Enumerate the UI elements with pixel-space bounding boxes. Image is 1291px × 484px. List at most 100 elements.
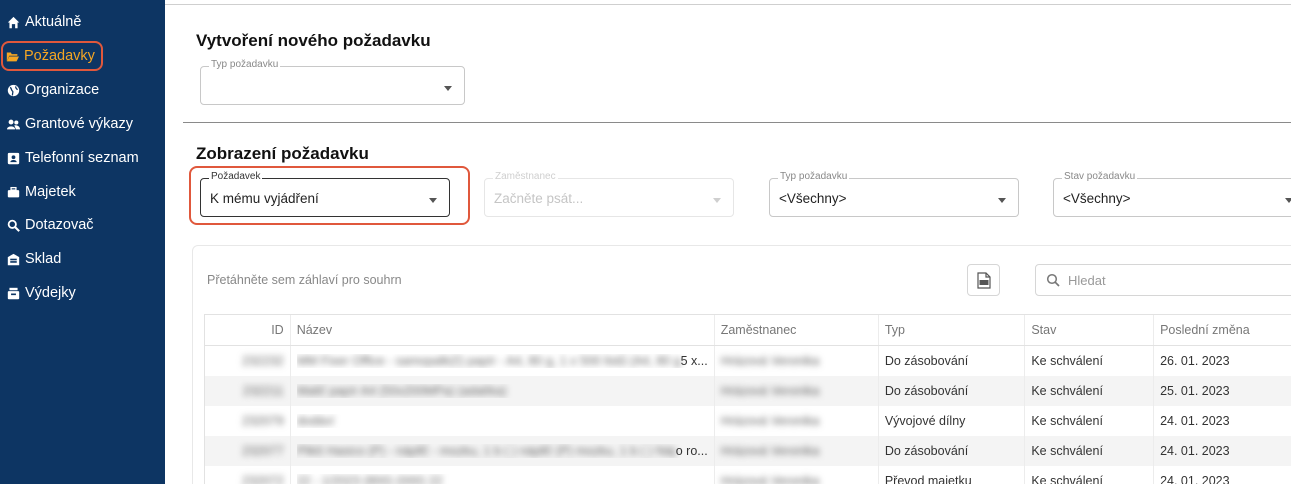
table-row[interactable]: 232211 Malič papír A4 (50x200MPa) (adalí… — [204, 375, 1291, 406]
column-header-state[interactable]: Stav — [1024, 314, 1154, 346]
briefcase-icon — [7, 186, 20, 197]
warehouse-icon — [7, 253, 20, 265]
create-request-type-select[interactable]: Typ požadavku — [200, 59, 465, 105]
cell-employee: Hrázová Veronika — [720, 353, 820, 368]
cell-name: dodáví — [296, 413, 335, 428]
cell-name: MM Fixer Office - samopalk(č) papír - A4… — [296, 353, 681, 368]
table-header-row: ID Název Zaměstnanec Typ Stav Poslední z… — [204, 314, 1291, 346]
chevron-down-icon — [713, 198, 721, 203]
field-label: Stav požadavku — [1062, 171, 1138, 182]
globe-icon — [7, 84, 20, 96]
column-header-type[interactable]: Typ — [877, 314, 1025, 346]
table-row[interactable]: 232232 MM Fixer Office - samopalk(č) pap… — [204, 345, 1291, 376]
cell-last-change: 24. 01. 2023 — [1153, 435, 1291, 466]
search-icon — [1046, 273, 1060, 287]
request-filter-select[interactable]: Požadavek K mému vyjádření — [200, 171, 450, 217]
cell-name-tail: 5 x... — [680, 353, 708, 368]
sidebar-item-organizace[interactable]: Organizace — [3, 76, 99, 104]
cell-employee: Hrázová Veronika — [720, 473, 820, 484]
sidebar-item-label: Aktuálně — [25, 14, 82, 30]
create-section-title: Vytvoření nového požadavku — [196, 31, 431, 50]
cell-last-change: 25. 01. 2023 — [1153, 375, 1291, 406]
users-icon — [7, 119, 20, 129]
cell-id: 232232 — [241, 353, 284, 368]
column-header-name[interactable]: Název — [289, 314, 715, 346]
cell-last-change: 24. 01. 2023 — [1153, 405, 1291, 436]
cell-state: Ke schválení — [1024, 465, 1154, 484]
cell-id: 232211 — [242, 383, 284, 398]
chevron-down-icon — [998, 198, 1006, 203]
sidebar-item-vydejky[interactable]: Výdejky — [3, 279, 76, 307]
xlsx-export-icon — [976, 271, 991, 289]
sidebar-item-label: Telefonní seznam — [25, 150, 139, 166]
address-card-icon — [7, 152, 20, 164]
cell-id: 232079 — [241, 413, 284, 428]
cell-last-change: 26. 01. 2023 — [1153, 345, 1291, 376]
search-placeholder: Hledat — [1068, 273, 1106, 288]
search-icon — [7, 219, 20, 232]
sidebar-item-label: Sklad — [25, 251, 62, 267]
field-value: <Všechny> — [779, 191, 847, 206]
group-panel-hint[interactable]: Přetáhněte sem záhlaví pro souhrn — [207, 273, 402, 287]
field-value: K mému vyjádření — [210, 191, 319, 206]
sidebar-item-majetek[interactable]: Majetek — [3, 178, 76, 206]
cell-name-tail: o ro... — [675, 443, 708, 458]
sidebar-item-aktualne[interactable]: Aktuálně — [3, 8, 81, 36]
cell-employee: Hrázová Veronika — [720, 443, 820, 458]
sidebar-item-label: Grantové výkazy — [25, 116, 133, 132]
cell-type: Do zásobování — [877, 435, 1025, 466]
field-label: Zaměstnanec — [493, 171, 558, 182]
cell-type: Do zásobování — [877, 345, 1025, 376]
cell-name: Plikš Hasico (P) - nápllč - mozku, 1 b (… — [296, 443, 676, 458]
top-border — [165, 4, 1291, 5]
cell-id: 232077 — [241, 443, 284, 458]
cell-state: Ke schválení — [1024, 405, 1154, 436]
folder-open-icon — [6, 51, 19, 61]
cell-state: Ke schválení — [1024, 375, 1154, 406]
sidebar-item-grantove-vykazy[interactable]: Grantové výkazy — [3, 110, 133, 138]
cell-type: Vývojové dílny — [877, 405, 1025, 436]
state-filter-select[interactable]: Stav požadavku <Všechny> — [1053, 171, 1291, 217]
field-placeholder: Začněte psát... — [494, 191, 584, 206]
table-row[interactable]: 232077 Plikš Hasico (P) - nápllč - mozku… — [204, 435, 1291, 466]
field-label: Typ požadavku — [778, 171, 850, 182]
grid-search-input[interactable]: Hledat — [1035, 264, 1291, 296]
sidebar-item-label: Dotazovač — [25, 217, 94, 233]
cell-name: 22 - 1/2023 (800) (000) 22 — [296, 473, 443, 484]
column-header-last-change[interactable]: Poslední změna — [1153, 314, 1291, 346]
cell-state: Ke schválení — [1024, 435, 1154, 466]
cell-name: Malič papír A4 (50x200MPa) (adalíka) — [296, 383, 507, 398]
sidebar-item-label: Výdejky — [25, 285, 76, 301]
table-row[interactable]: 232079 dodáví Hrázová Veronika Vývojové … — [204, 405, 1291, 436]
cell-employee: Hrázová Veronika — [720, 413, 820, 428]
cell-employee: Hrázová Veronika — [720, 383, 820, 398]
view-section-title: Zobrazení požadavku — [196, 144, 369, 163]
export-xlsx-button[interactable] — [967, 264, 1000, 296]
cell-id: 232072 — [241, 473, 284, 484]
dispense-icon — [7, 287, 20, 299]
employee-filter-input[interactable]: Zaměstnanec Začněte psát... — [484, 171, 734, 217]
cell-type: Do zásobování — [877, 375, 1025, 406]
chevron-down-icon — [1285, 198, 1291, 203]
sidebar-item-dotazovac[interactable]: Dotazovač — [3, 211, 94, 239]
field-value: <Všechny> — [1063, 191, 1131, 206]
chevron-down-icon — [429, 198, 437, 203]
requests-table: ID Název Zaměstnanec Typ Stav Poslední z… — [204, 314, 1291, 484]
sidebar: Aktuálně Požadavky Organizace Grantové v… — [0, 0, 165, 484]
field-label: Požadavek — [209, 171, 263, 182]
field-label: Typ požadavku — [209, 59, 281, 70]
table-row[interactable]: 232072 22 - 1/2023 (800) (000) 22 Hrázov… — [204, 465, 1291, 484]
home-icon — [7, 16, 20, 28]
type-filter-select[interactable]: Typ požadavku <Všechny> — [769, 171, 1019, 217]
section-divider — [183, 122, 1291, 123]
sidebar-item-label: Požadavky — [24, 48, 95, 64]
sidebar-item-sklad[interactable]: Sklad — [3, 245, 61, 273]
sidebar-item-label: Organizace — [25, 82, 100, 98]
cell-state: Ke schválení — [1024, 345, 1154, 376]
column-header-employee[interactable]: Zaměstnanec — [713, 314, 879, 346]
cell-type: Převod majetku — [877, 465, 1025, 484]
sidebar-item-telefonni-seznam[interactable]: Telefonní seznam — [3, 144, 139, 172]
sidebar-item-pozadavky[interactable]: Požadavky — [1, 41, 103, 71]
sidebar-item-label: Majetek — [25, 184, 76, 200]
column-header-id[interactable]: ID — [204, 314, 291, 346]
